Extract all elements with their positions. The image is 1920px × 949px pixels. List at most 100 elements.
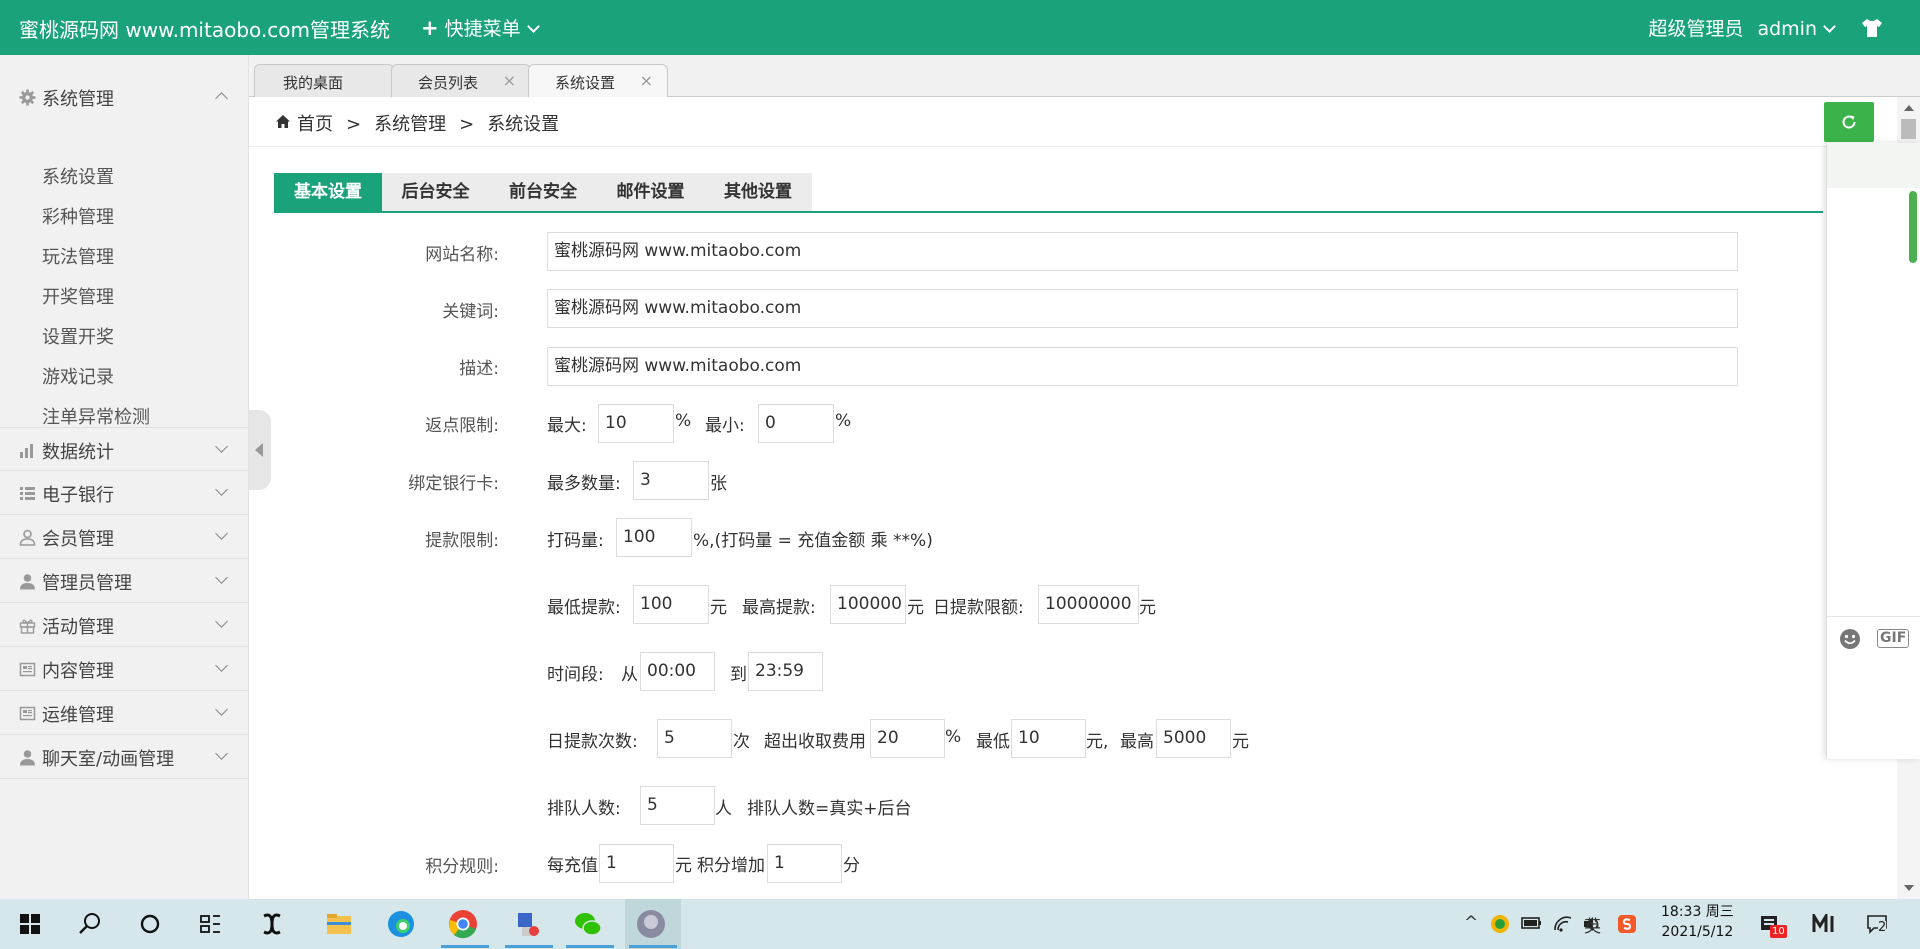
sidebar-item-lottery-types[interactable]: 彩种管理 <box>42 203 114 229</box>
gift-icon <box>19 619 36 634</box>
sidebar-group-admins[interactable]: 管理员管理 <box>0 559 249 603</box>
max-withdraw-input[interactable]: 100000 <box>830 585 906 624</box>
excess-fee-input[interactable]: 20 <box>870 719 945 758</box>
min-withdraw-label: 最低提款: <box>547 598 621 618</box>
queue-input[interactable]: 5 <box>640 786 715 825</box>
rebate-min-unit: % <box>835 411 852 431</box>
quick-menu[interactable]: + 快捷菜单 <box>421 14 540 41</box>
file-explorer-icon[interactable] <box>322 907 356 941</box>
tray-expand-icon[interactable]: ^ <box>1464 913 1478 933</box>
chevron-down-icon <box>215 527 228 540</box>
chat-scroll-indicator[interactable] <box>1909 191 1917 263</box>
sidebar-item-game-records[interactable]: 游戏记录 <box>42 363 114 389</box>
sidebar-group-label: 数据统计 <box>42 442 114 463</box>
system-clock[interactable]: 18:33 周三 2021/5/12 <box>1661 902 1734 942</box>
bank-card-max-input[interactable]: 3 <box>633 461 709 500</box>
sidebar-item-draw-management[interactable]: 开奖管理 <box>42 283 114 309</box>
time-from-label: 从 <box>621 665 638 685</box>
tab-system-settings[interactable]: 系统设置 × <box>528 64 668 98</box>
network-app-icon[interactable] <box>510 907 544 941</box>
daily-limit-unit: 元 <box>1139 598 1156 618</box>
windows-start-icon[interactable] <box>13 907 47 941</box>
keywords-label: 关键词: <box>442 302 499 322</box>
daily-count-input[interactable]: 5 <box>657 719 732 758</box>
bank-card-unit: 张 <box>710 474 727 494</box>
newspaper-icon <box>19 662 36 677</box>
site-name-input[interactable]: 蜜桃源码网 www.mitaobo.com <box>547 232 1738 271</box>
refresh-button[interactable] <box>1824 102 1874 142</box>
rebate-min-input[interactable]: 0 <box>758 404 834 443</box>
sogou-ime-icon[interactable] <box>1617 914 1637 934</box>
gif-button[interactable]: GIF <box>1877 629 1910 648</box>
search-icon[interactable] <box>73 907 107 941</box>
quick-menu-label: 快捷菜单 <box>444 18 521 40</box>
sidebar-group-statistics[interactable]: 数据统计 <box>0 427 249 471</box>
sidebar-group-system[interactable]: 系统管理 <box>0 75 249 119</box>
tab-label: 系统设置 <box>555 74 616 92</box>
fee-min-input[interactable]: 10 <box>1011 719 1086 758</box>
points-add-input[interactable]: 1 <box>767 844 842 883</box>
tab-member-list[interactable]: 会员列表 × <box>391 64 531 97</box>
tab-backend-security[interactable]: 后台安全 <box>382 173 489 211</box>
sidebar-group-members[interactable]: 会员管理 <box>0 515 249 559</box>
sidebar-group-content[interactable]: 内容管理 <box>0 647 249 691</box>
description-input[interactable]: 蜜桃源码网 www.mitaobo.com <box>547 347 1738 386</box>
task-view-icon[interactable] <box>193 907 227 941</box>
wechat-icon[interactable] <box>571 907 605 941</box>
close-icon[interactable]: × <box>640 71 653 90</box>
min-withdraw-input[interactable]: 100 <box>633 585 709 624</box>
user-icon <box>20 574 35 590</box>
sidebar-group-label: 活动管理 <box>42 617 114 638</box>
emoji-icon[interactable] <box>1839 628 1861 650</box>
close-icon[interactable]: × <box>503 71 516 90</box>
edge-icon[interactable] <box>384 907 418 941</box>
breadcrumb-system[interactable]: 系统管理 <box>374 114 446 135</box>
app-logo-icon[interactable] <box>1812 914 1838 934</box>
scroll-up-arrow-icon[interactable] <box>1904 105 1914 111</box>
tab-frontend-security[interactable]: 前台安全 <box>489 173 597 211</box>
rebate-max-input[interactable]: 10 <box>598 404 674 443</box>
sidebar-group-chatroom[interactable]: 聊天室/动画管理 <box>0 735 249 779</box>
sidebar-collapse-toggle[interactable] <box>249 410 271 490</box>
app-icon[interactable] <box>255 907 289 941</box>
active-app-indicator <box>505 945 553 948</box>
bank-card-max-label: 最多数量: <box>547 474 621 494</box>
time-start-input[interactable]: 00:00 <box>640 652 715 691</box>
avatar-app-icon[interactable] <box>634 907 668 941</box>
tab-mail-settings[interactable]: 邮件设置 <box>597 173 704 211</box>
tab-label: 我的桌面 <box>283 74 344 92</box>
bet-amount-input[interactable]: 100 <box>616 518 692 557</box>
chrome-icon[interactable] <box>446 907 480 941</box>
app-title: 蜜桃源码网 www.mitaobo.com管理系统 <box>19 18 390 42</box>
sidebar-group-label: 聊天室/动画管理 <box>42 749 175 770</box>
sidebar-item-set-draw[interactable]: 设置开奖 <box>42 323 114 349</box>
scroll-thumb[interactable] <box>1901 119 1916 139</box>
points-per-input[interactable]: 1 <box>599 844 674 883</box>
user-outline-icon <box>19 529 36 546</box>
user-menu[interactable]: 超级管理员 admin <box>1648 14 1836 41</box>
tab-my-desktop[interactable]: 我的桌面 <box>254 64 394 97</box>
sidebar-group-activities[interactable]: 活动管理 <box>0 603 249 647</box>
wifi-icon[interactable] <box>1552 913 1574 933</box>
time-end-input[interactable]: 23:59 <box>748 652 823 691</box>
keywords-input[interactable]: 蜜桃源码网 www.mitaobo.com <box>547 289 1738 328</box>
cortana-icon[interactable] <box>133 907 167 941</box>
chat-panel-header <box>1827 143 1920 188</box>
fee-max-input[interactable]: 5000 <box>1156 719 1231 758</box>
tab-other-settings[interactable]: 其他设置 <box>704 173 812 211</box>
daily-limit-input[interactable]: 10000000 <box>1038 585 1139 624</box>
sidebar-item-bet-anomaly[interactable]: 注单异常检测 <box>42 403 150 429</box>
chevron-down-icon <box>215 747 228 760</box>
sidebar-item-system-settings[interactable]: 系统设置 <box>42 163 114 189</box>
scroll-down-arrow-icon[interactable] <box>1904 885 1914 891</box>
tab-basic-settings[interactable]: 基本设置 <box>274 173 382 211</box>
tray-shield-icon[interactable] <box>1490 914 1510 934</box>
sidebar-item-play-methods[interactable]: 玩法管理 <box>42 243 114 269</box>
sidebar-group-e-bank[interactable]: 电子银行 <box>0 471 249 515</box>
breadcrumb-home[interactable]: 首页 <box>297 114 333 135</box>
fee-max-label: 最高 <box>1120 732 1154 752</box>
ime-indicator[interactable]: 英 <box>1584 912 1601 937</box>
sidebar-group-ops[interactable]: 运维管理 <box>0 691 249 735</box>
sidebar-group-label: 会员管理 <box>42 529 114 550</box>
theme-shirt-icon[interactable] <box>1861 18 1883 38</box>
